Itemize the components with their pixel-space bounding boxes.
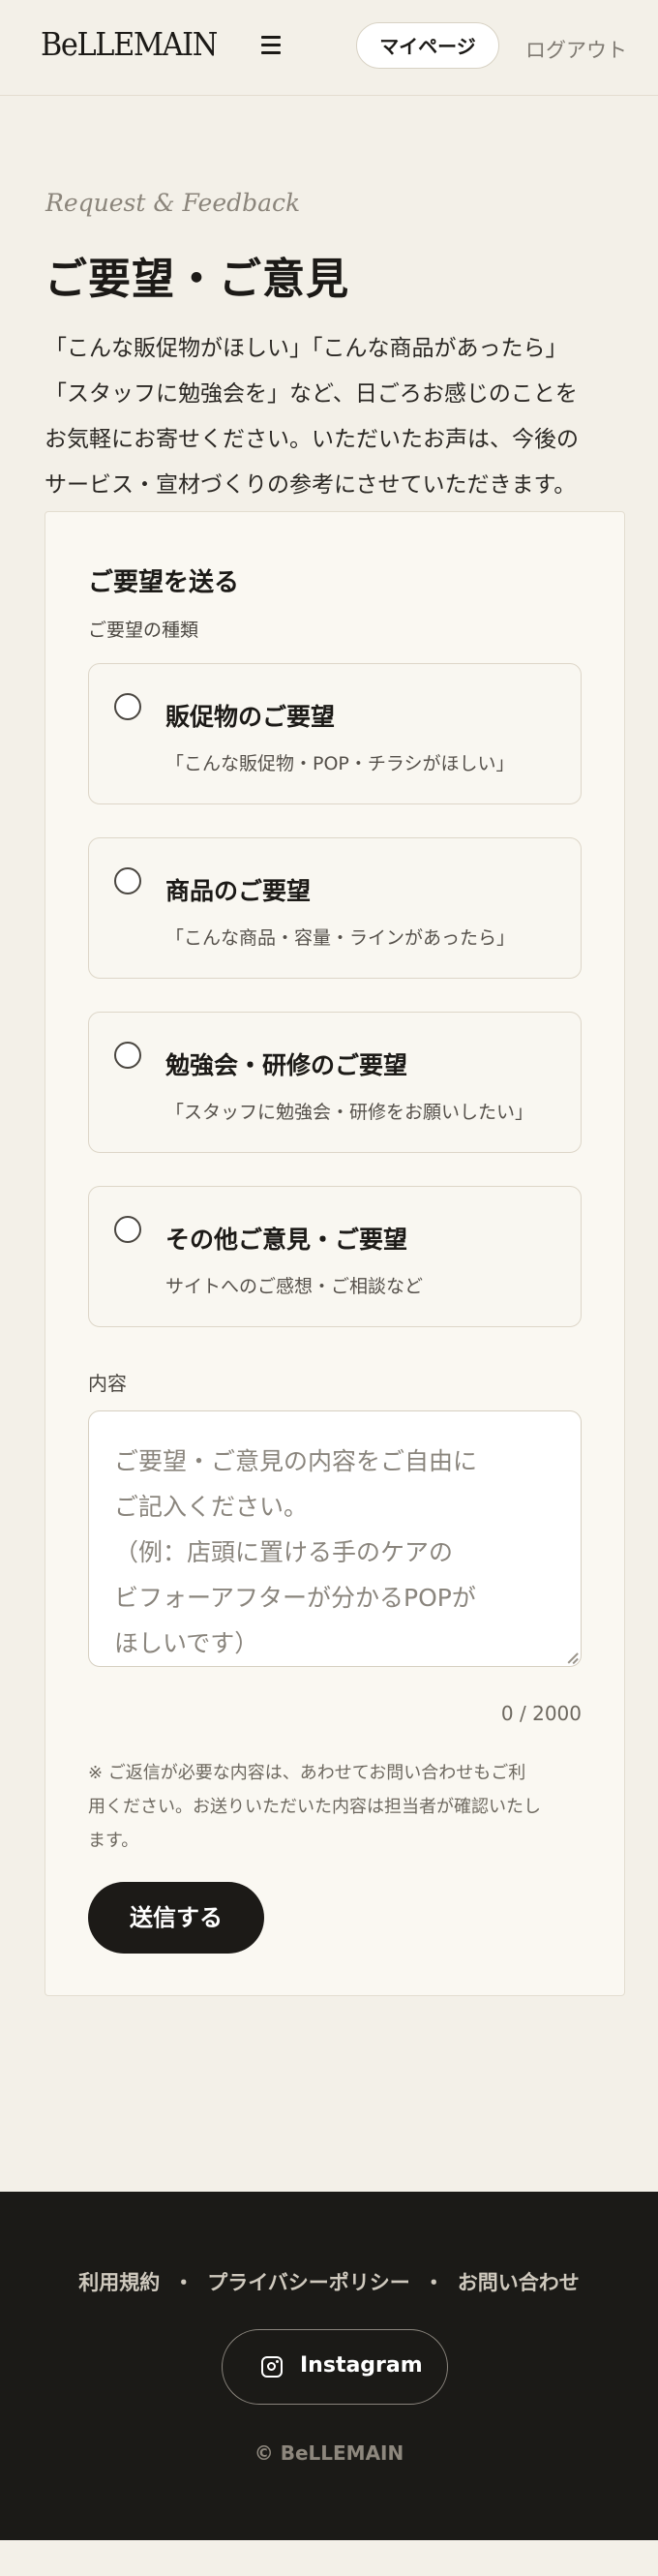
option-description: 「こんな販促物・POP・チラシがほしい」 <box>165 753 515 774</box>
copyright: © BeLLEMAIN <box>254 2441 404 2465</box>
brand-logo[interactable]: BeLLEMAIN <box>41 25 218 63</box>
form-title: ご要望を送る <box>88 568 240 597</box>
instagram-label: Instagram <box>300 2353 423 2378</box>
character-counter: 0 / 2000 <box>500 1702 582 1725</box>
hamburger-menu-icon[interactable] <box>261 36 281 55</box>
intro-line: お気軽にお寄せください。いただいたお声は、今後の <box>45 427 579 452</box>
instagram-icon <box>261 2356 283 2378</box>
page-title: ご要望・ご意見 <box>45 255 349 304</box>
footer-link-terms[interactable]: 利用規約 <box>78 2267 160 2296</box>
radio-unchecked-icon[interactable] <box>114 1042 141 1069</box>
option-title: 販促物のご要望 <box>165 703 336 731</box>
textarea-placeholder: ご要望・ご意見の内容をご自由に ご記入ください。 （例：店頭に置ける手のケアの … <box>114 1447 478 1657</box>
option-description: 「スタッフに勉強会・研修をお願いしたい」 <box>165 1102 534 1123</box>
site-header: BeLLEMAIN マイページ ログアウト <box>0 0 658 96</box>
option-training[interactable]: 勉強会・研修のご要望 「スタッフに勉強会・研修をお願いしたい」 <box>88 1012 582 1153</box>
intro-line: サービス・宣材づくりの参考にさせていただきます。 <box>45 472 577 498</box>
footer-link-contact[interactable]: お問い合わせ <box>458 2267 580 2296</box>
logout-link[interactable]: ログアウト <box>525 35 627 64</box>
site-footer: 利用規約・プライバシーポリシー・お問い合わせ Instagram © BeLLE… <box>0 2192 658 2540</box>
intro-text: 「こんな販促物がほしい」「こんな商品があったら」 「スタッフに勉強会を」など、日… <box>45 326 625 508</box>
section-eyebrow: Request & Feedback <box>45 189 301 217</box>
option-description: サイトへのご感想・ご相談など <box>165 1276 424 1297</box>
option-title: 勉強会・研修のご要望 <box>165 1051 408 1079</box>
option-description: 「こんな商品・容量・ラインがあったら」 <box>165 927 516 949</box>
intro-line: 「こんな販促物がほしい」「こんな商品があったら」 <box>45 336 568 361</box>
instagram-button[interactable]: Instagram <box>222 2329 448 2405</box>
footer-links: 利用規約・プライバシーポリシー・お問い合わせ <box>0 2267 658 2296</box>
request-type-label: ご要望の種類 <box>88 620 199 641</box>
form-note: ※ ご返信が必要な内容は、あわせてお問い合わせもご利用ください。お送りいただいた… <box>88 1763 541 1851</box>
footer-separator: ・ <box>423 2271 444 2294</box>
option-title: 商品のご要望 <box>165 877 312 905</box>
footer-link-privacy[interactable]: プライバシーポリシー <box>207 2267 410 2296</box>
option-promo-materials[interactable]: 販促物のご要望 「こんな販促物・POP・チラシがほしい」 <box>88 663 582 804</box>
content-label: 内容 <box>88 1372 127 1395</box>
footer-separator: ・ <box>173 2271 194 2294</box>
option-title: その他ご意見・ご要望 <box>165 1226 408 1254</box>
radio-unchecked-icon[interactable] <box>114 867 141 894</box>
content-textarea[interactable]: ご要望・ご意見の内容をご自由に ご記入ください。 （例：店頭に置ける手のケアの … <box>88 1410 582 1667</box>
radio-unchecked-icon[interactable] <box>114 693 141 720</box>
mypage-button[interactable]: マイページ <box>356 22 499 69</box>
resize-handle-icon[interactable] <box>566 1652 578 1663</box>
request-form-card: ご要望を送る ご要望の種類 販促物のご要望 「こんな販促物・POP・チラシがほし… <box>45 511 625 1996</box>
intro-line: 「スタッフに勉強会を」など、日ごろお感じのことを <box>45 381 578 407</box>
radio-unchecked-icon[interactable] <box>114 1216 141 1243</box>
option-products[interactable]: 商品のご要望 「こんな商品・容量・ラインがあったら」 <box>88 837 582 979</box>
option-other[interactable]: その他ご意見・ご要望 サイトへのご感想・ご相談など <box>88 1186 582 1327</box>
submit-button[interactable]: 送信する <box>88 1882 264 1954</box>
